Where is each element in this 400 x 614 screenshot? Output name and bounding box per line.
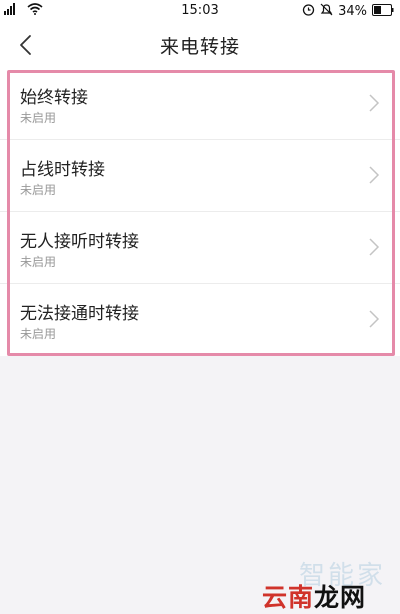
page-title: 来电转接 (159, 36, 240, 58)
watermark-suffix: 龙网 (314, 583, 367, 612)
watermark-logo: 云南龙网 (262, 578, 366, 614)
item-status: 未启用 (20, 111, 57, 125)
status-bar: 15:03 34% (0, 0, 400, 22)
forward-busy[interactable]: 占线时转接 未启用 (0, 140, 400, 212)
item-title: 无人接听时转接 (20, 232, 139, 252)
item-title: 占线时转接 (20, 160, 105, 180)
forwarding-list: 始终转接 未启用 占线时转接 未启用 无人接听时转接 未启用 无法接通时转接 未… (0, 68, 400, 356)
battery-percent: 34% (338, 4, 367, 19)
item-status: 未启用 (20, 255, 57, 269)
item-title: 无法接通时转接 (20, 304, 139, 324)
forward-no-answer[interactable]: 无人接听时转接 未启用 (0, 212, 400, 284)
chevron-right-icon (369, 310, 380, 328)
item-status: 未启用 (20, 183, 57, 197)
item-status: 未启用 (20, 327, 57, 341)
item-title: 始终转接 (20, 88, 88, 108)
chevron-right-icon (369, 94, 380, 112)
chevron-right-icon (369, 166, 380, 184)
battery-icon (372, 3, 394, 20)
chevron-right-icon (369, 238, 380, 256)
mute-icon (320, 3, 333, 20)
header: 来电转接 (0, 22, 400, 68)
forward-unreachable[interactable]: 无法接通时转接 未启用 (0, 284, 400, 356)
alarm-icon (302, 3, 315, 20)
forward-always[interactable]: 始终转接 未启用 (0, 68, 400, 140)
watermark-brand: 云南 (262, 583, 315, 612)
